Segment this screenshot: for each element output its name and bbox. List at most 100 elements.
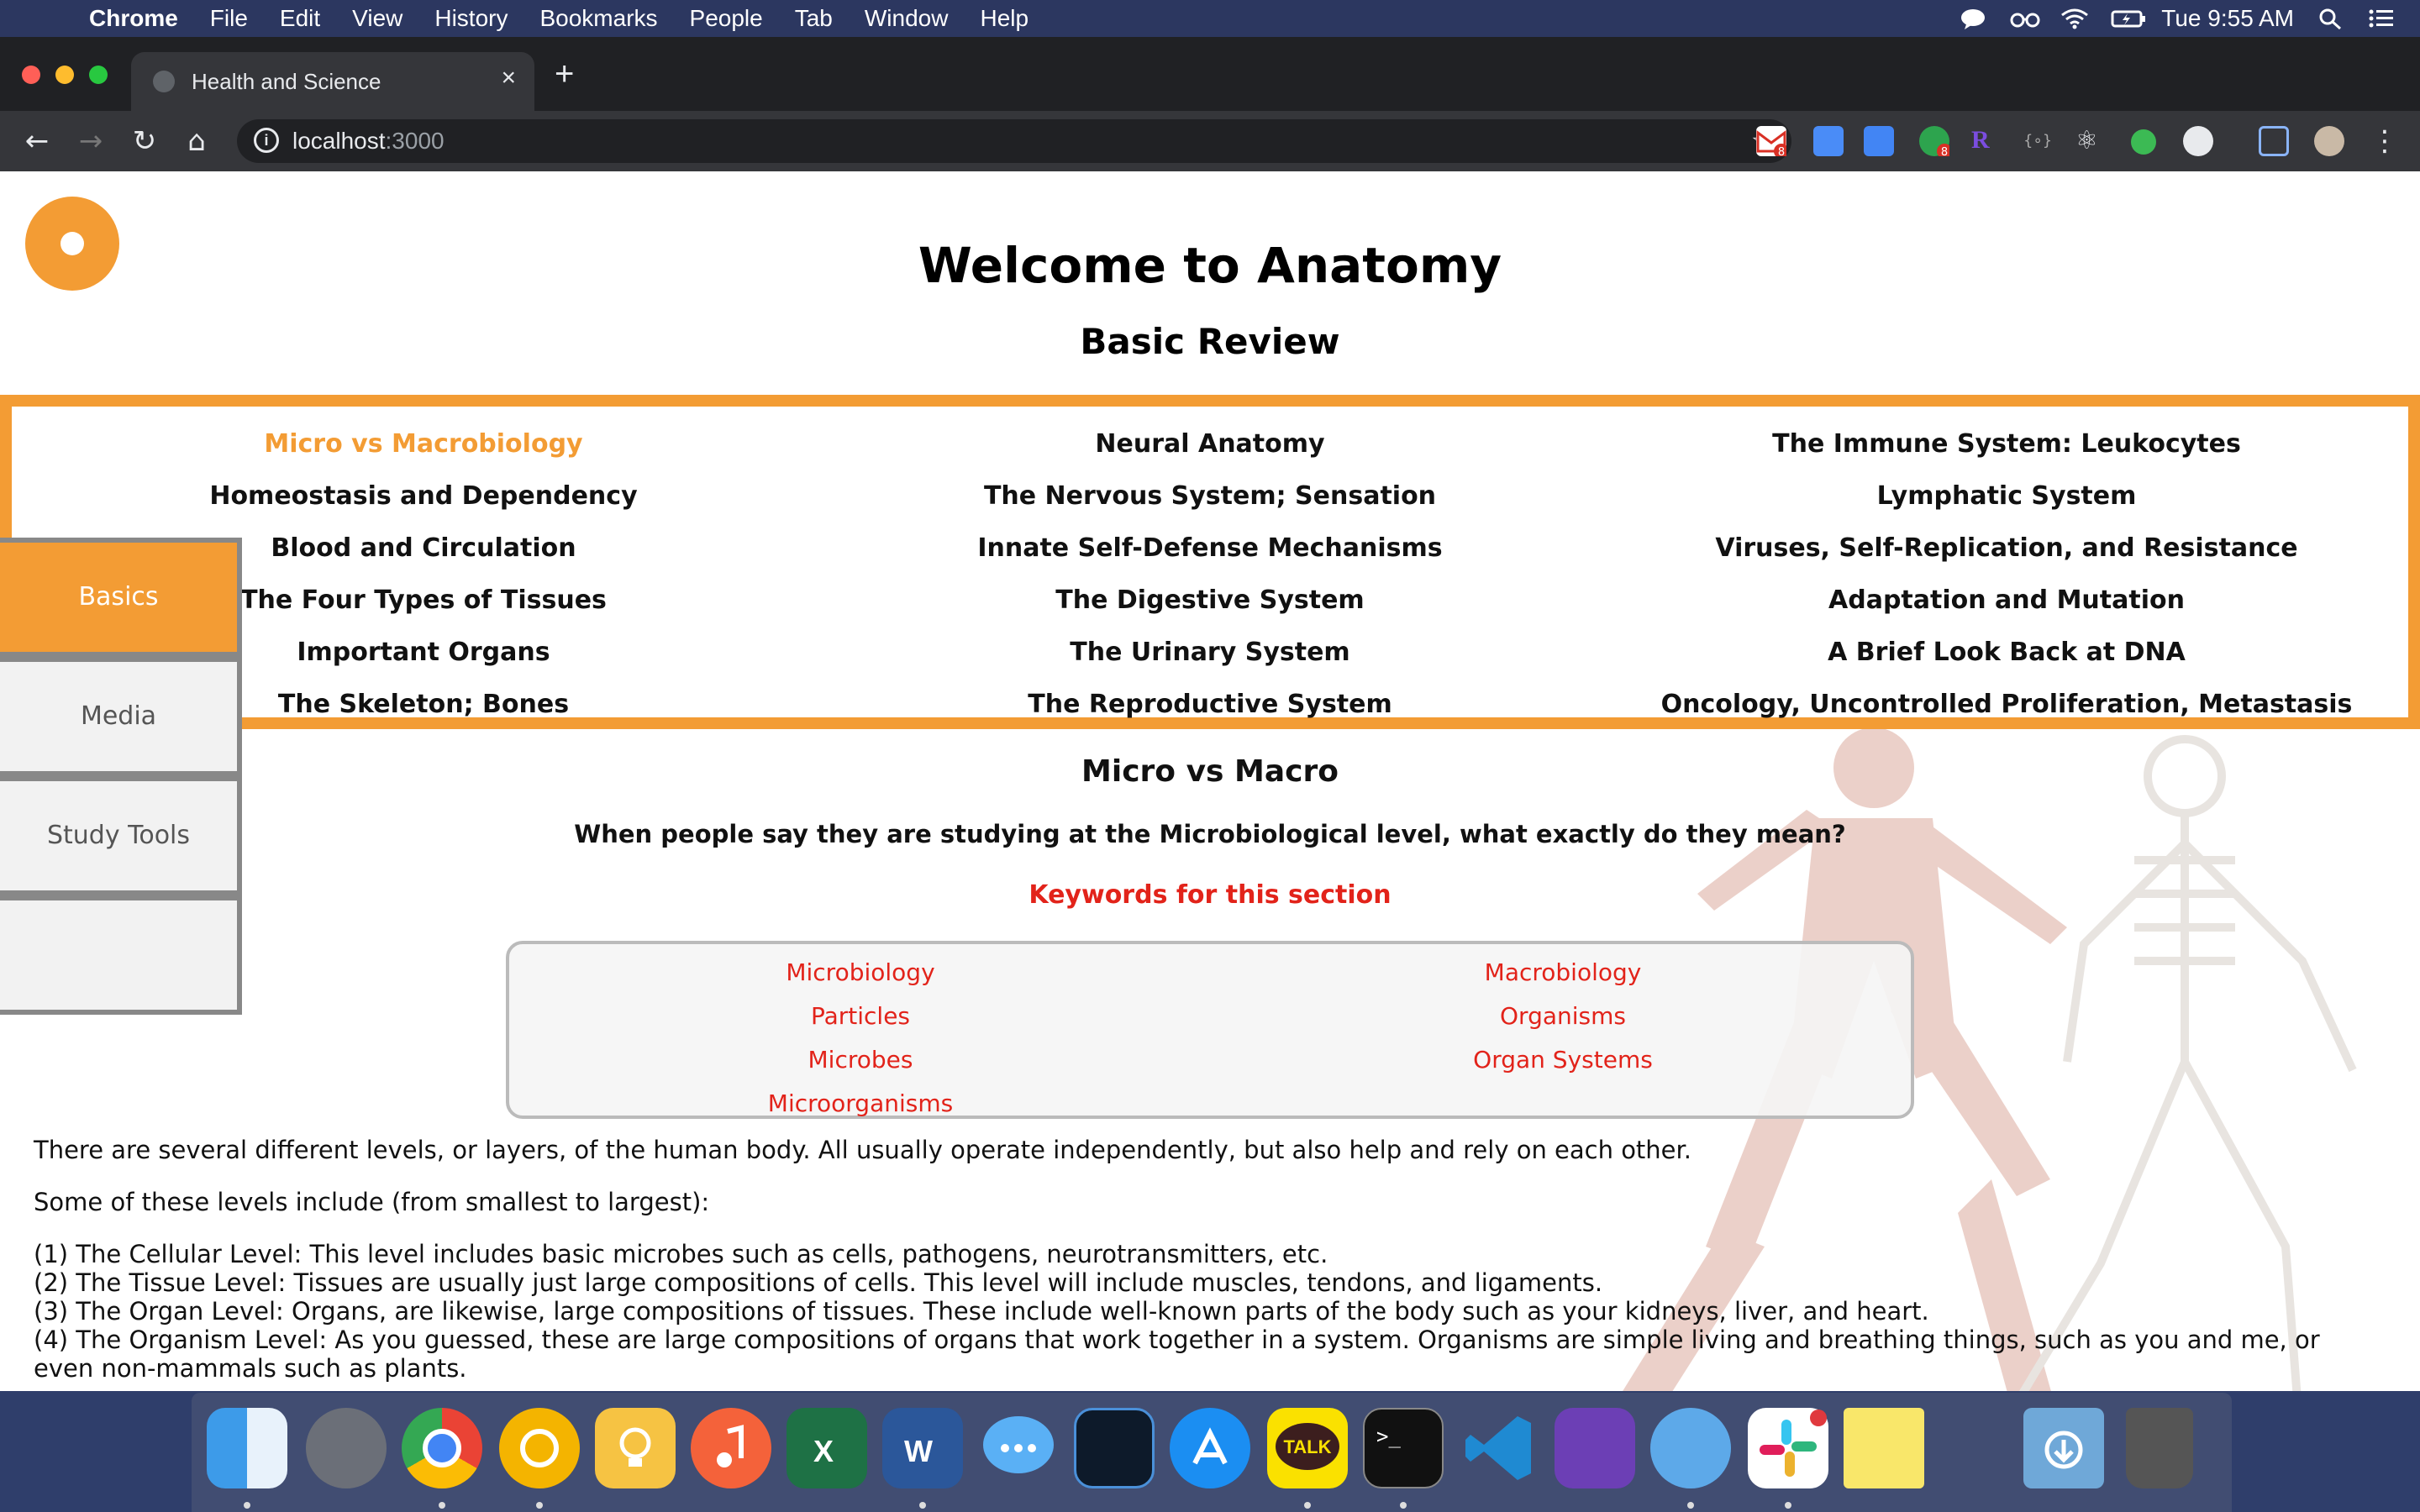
google-translate-icon[interactable] (1864, 126, 1894, 156)
wifi-icon[interactable] (2060, 8, 2089, 29)
user-avatar[interactable] (2314, 126, 2344, 156)
launchpad-icon[interactable] (306, 1408, 387, 1488)
keyword-organ-systems[interactable]: Organ Systems (1212, 1038, 1914, 1082)
svg-text:W: W (904, 1434, 933, 1468)
chrome-menu-icon[interactable]: ⋮ (2365, 121, 2405, 161)
topic-lymphatic-system[interactable]: Lymphatic System (1620, 470, 2393, 522)
green-extension-icon[interactable] (2131, 129, 2156, 155)
word-icon[interactable]: W (882, 1408, 963, 1488)
terminal-icon[interactable]: >_ (1363, 1408, 1444, 1488)
topic-innate-defense[interactable]: Innate Self-Defense Mechanisms (832, 522, 1588, 575)
menu-tab[interactable]: Tab (795, 5, 833, 32)
menu-view[interactable]: View (352, 5, 402, 32)
chrome-icon[interactable] (402, 1408, 482, 1488)
menu-people[interactable]: People (690, 5, 763, 32)
r-extension-icon[interactable]: R (1971, 126, 2002, 156)
json-extension-icon[interactable]: {∘} (2023, 126, 2054, 156)
nav-study-tools[interactable]: Study Tools (0, 776, 242, 895)
level-item: (3) The Organ Level: Organs, are likewis… (34, 1297, 1929, 1326)
globe-icon (153, 71, 175, 92)
calendar-extension-icon[interactable] (1813, 126, 1844, 156)
tab-title: Health and Science (192, 69, 381, 94)
topic-digestive-system[interactable]: The Digestive System (832, 575, 1588, 627)
gmail-extension-icon[interactable]: 8 (1756, 126, 1789, 159)
vscode-icon[interactable] (1459, 1408, 1539, 1488)
close-window-button[interactable] (22, 66, 40, 84)
menu-app-name[interactable]: Chrome (89, 5, 178, 32)
menu-edit[interactable]: Edit (280, 5, 320, 32)
topic-micro-vs-macrobiology[interactable]: Micro vs Macrobiology (45, 418, 802, 470)
tab-health-and-science[interactable]: Health and Science × (131, 52, 534, 111)
profile-extension-icon[interactable] (2183, 126, 2213, 156)
keyword-macrobiology[interactable]: Macrobiology (1212, 951, 1914, 995)
forward-icon[interactable]: → (71, 121, 111, 161)
home-icon[interactable]: ⌂ (176, 121, 217, 161)
svg-text:8: 8 (1778, 146, 1785, 156)
keep-icon[interactable] (595, 1408, 676, 1488)
topic-viruses[interactable]: Viruses, Self-Replication, and Resistanc… (1620, 522, 2393, 575)
glasses-icon[interactable] (2010, 8, 2040, 29)
visual-studio-icon[interactable] (1555, 1408, 1635, 1488)
keywords-heading: Keywords for this section (1028, 880, 1392, 910)
excel-icon[interactable]: X (786, 1408, 867, 1488)
menu-help[interactable]: Help (980, 5, 1028, 32)
topic-reproductive-system[interactable]: The Reproductive System (832, 679, 1588, 731)
reload-icon[interactable]: ↻ (124, 121, 165, 161)
downloads-icon[interactable] (2023, 1408, 2104, 1488)
nav-basics[interactable]: Basics (0, 538, 242, 657)
react-devtools-icon[interactable]: ⚛ (2075, 126, 2106, 156)
page-title: Welcome to Anatomy (918, 237, 1502, 294)
topic-dna[interactable]: A Brief Look Back at DNA (1620, 627, 2393, 679)
keyword-microbiology[interactable]: Microbiology (509, 951, 1212, 995)
cast-icon[interactable] (2259, 126, 2289, 156)
kindle-icon[interactable] (1074, 1408, 1155, 1488)
chrome-canary-icon[interactable] (499, 1408, 580, 1488)
slack-icon[interactable] (1748, 1408, 1828, 1488)
macos-menubar: Chrome File Edit View History Bookmarks … (0, 0, 2420, 37)
nav-empty-slot[interactable] (0, 895, 242, 1015)
kakaotalk-icon[interactable]: TALK (1267, 1408, 1348, 1488)
keyword-microorganisms[interactable]: Microorganisms (509, 1082, 1212, 1126)
finder-icon[interactable] (207, 1408, 287, 1488)
topic-immune-system[interactable]: The Immune System: Leukocytes (1620, 418, 2393, 470)
minimize-window-button[interactable] (55, 66, 74, 84)
keywords-box: Microbiology Particles Microbes Microorg… (506, 941, 1914, 1119)
menu-window[interactable]: Window (865, 5, 949, 32)
nav-media[interactable]: Media (0, 657, 242, 776)
menu-bookmarks[interactable]: Bookmarks (539, 5, 657, 32)
messages-status-icon[interactable] (1960, 8, 1986, 29)
menu-history[interactable]: History (434, 5, 508, 32)
new-tab-icon[interactable]: + (555, 55, 574, 93)
topic-oncology[interactable]: Oncology, Uncontrolled Proliferation, Me… (1620, 679, 2393, 731)
keyword-microbes[interactable]: Microbes (509, 1038, 1212, 1082)
topic-urinary-system[interactable]: The Urinary System (832, 627, 1588, 679)
svg-text:TALK: TALK (1283, 1436, 1331, 1457)
battery-icon[interactable] (2111, 8, 2146, 29)
tableplus-icon[interactable] (1650, 1408, 1731, 1488)
keyword-particles[interactable]: Particles (509, 995, 1212, 1038)
messages-icon[interactable] (978, 1408, 1059, 1488)
keyword-organisms[interactable]: Organisms (1212, 995, 1914, 1038)
notification-center-icon[interactable] (2368, 8, 2395, 29)
app-store-icon[interactable] (1170, 1408, 1250, 1488)
close-tab-icon[interactable]: × (501, 64, 516, 92)
trash-icon[interactable] (2126, 1408, 2193, 1488)
menu-file[interactable]: File (210, 5, 248, 32)
clock[interactable]: Tue 9:55 AM (2161, 5, 2294, 32)
topic-homeostasis[interactable]: Homeostasis and Dependency (45, 470, 802, 522)
music-icon[interactable] (691, 1408, 771, 1488)
web-page: Welcome to Anatomy Basic Review Micro vs… (0, 171, 2420, 1391)
topic-neural-anatomy[interactable]: Neural Anatomy (832, 418, 1588, 470)
spotlight-search-icon[interactable] (2317, 8, 2344, 30)
topic-adaptation-mutation[interactable]: Adaptation and Mutation (1620, 575, 2393, 627)
stickies-icon[interactable] (1844, 1408, 1924, 1488)
zoom-window-button[interactable] (89, 66, 108, 84)
level-item: (1) The Cellular Level: This level inclu… (34, 1240, 1328, 1268)
address-bar[interactable]: i localhost:3000 ☆ (237, 119, 1791, 163)
grammarly-extension-icon[interactable]: 8 (1919, 126, 1952, 159)
site-info-icon[interactable]: i (254, 128, 279, 153)
topic-nervous-system[interactable]: The Nervous System; Sensation (832, 470, 1588, 522)
svg-text:>_: >_ (1376, 1425, 1401, 1448)
body-paragraph: There are several different levels, or l… (34, 1136, 1692, 1164)
back-icon[interactable]: ← (17, 121, 57, 161)
